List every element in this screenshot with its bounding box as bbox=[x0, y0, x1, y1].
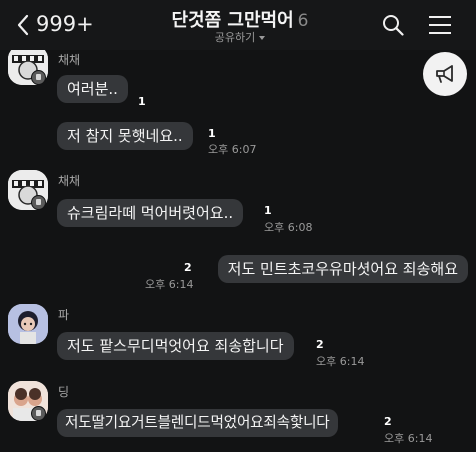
message-time: 오후 6:08 bbox=[264, 221, 313, 234]
message-bubble[interactable]: 저도 팥스무디먹엇어요 죄송합니다 bbox=[57, 332, 294, 360]
message-bubble[interactable]: 슈크림라떼 먹어버렷어요.. bbox=[57, 199, 244, 227]
megaphone-icon bbox=[436, 65, 453, 83]
message-time: 오후 6:14 bbox=[145, 278, 194, 291]
message-bubble[interactable]: 저도딸기요거트블렌디드먹었어요죄속핯니다 bbox=[57, 409, 338, 437]
sender-name: 딩 bbox=[58, 385, 70, 399]
search-icon[interactable] bbox=[382, 14, 404, 36]
message-bubble[interactable]: 저 참지 못햇네요.. bbox=[57, 122, 193, 150]
sender-name: 채채 bbox=[58, 174, 81, 188]
unread-chat-count[interactable]: 999+ bbox=[36, 12, 94, 36]
avatar-badge-icon bbox=[31, 406, 46, 421]
message-time: 오후 6:14 bbox=[316, 355, 365, 368]
unread-count: 1 bbox=[208, 127, 216, 140]
unread-count: 2 bbox=[384, 415, 392, 428]
message-time: 오후 6:07 bbox=[208, 143, 257, 156]
share-label: 공유하기 bbox=[214, 31, 256, 44]
my-message-bubble[interactable]: 저도 민트초코우유마셧어요 죄송해요 bbox=[217, 255, 468, 283]
caret-down-icon bbox=[259, 36, 266, 40]
unread-count: 2 bbox=[316, 338, 324, 351]
unread-count: 1 bbox=[138, 95, 146, 108]
chat-header: 999+ 단것쫌 그만먹어 6 공유하기 bbox=[0, 0, 476, 50]
menu-icon[interactable] bbox=[428, 15, 452, 35]
avatar-badge-icon bbox=[31, 195, 46, 210]
unread-count: 1 bbox=[264, 204, 272, 217]
member-count: 6 bbox=[297, 11, 309, 31]
message-bubble[interactable]: 여러분.. bbox=[57, 75, 128, 103]
chat-title: 단것쫌 그만먹어 bbox=[171, 10, 294, 31]
chat-screen: 999+ 단것쫌 그만먹어 6 공유하기 채채 여러분.. 1 저 참지 못햇네… bbox=[0, 0, 476, 452]
share-dropdown[interactable]: 공유하기 bbox=[190, 29, 290, 45]
back-arrow-icon[interactable] bbox=[16, 14, 30, 36]
message-list[interactable]: 채채 여러분.. 1 저 참지 못햇네요.. 1 오후 6:07 채채 슈크림라… bbox=[0, 45, 476, 452]
unread-count: 2 bbox=[184, 261, 192, 274]
avatar-badge-icon bbox=[31, 70, 46, 85]
sender-name: 채채 bbox=[58, 53, 81, 67]
avatar-image bbox=[8, 304, 48, 344]
notice-button[interactable] bbox=[423, 52, 467, 96]
avatar[interactable] bbox=[8, 304, 48, 344]
message-time: 오후 6:14 bbox=[384, 432, 433, 445]
sender-name: 파 bbox=[58, 308, 70, 322]
